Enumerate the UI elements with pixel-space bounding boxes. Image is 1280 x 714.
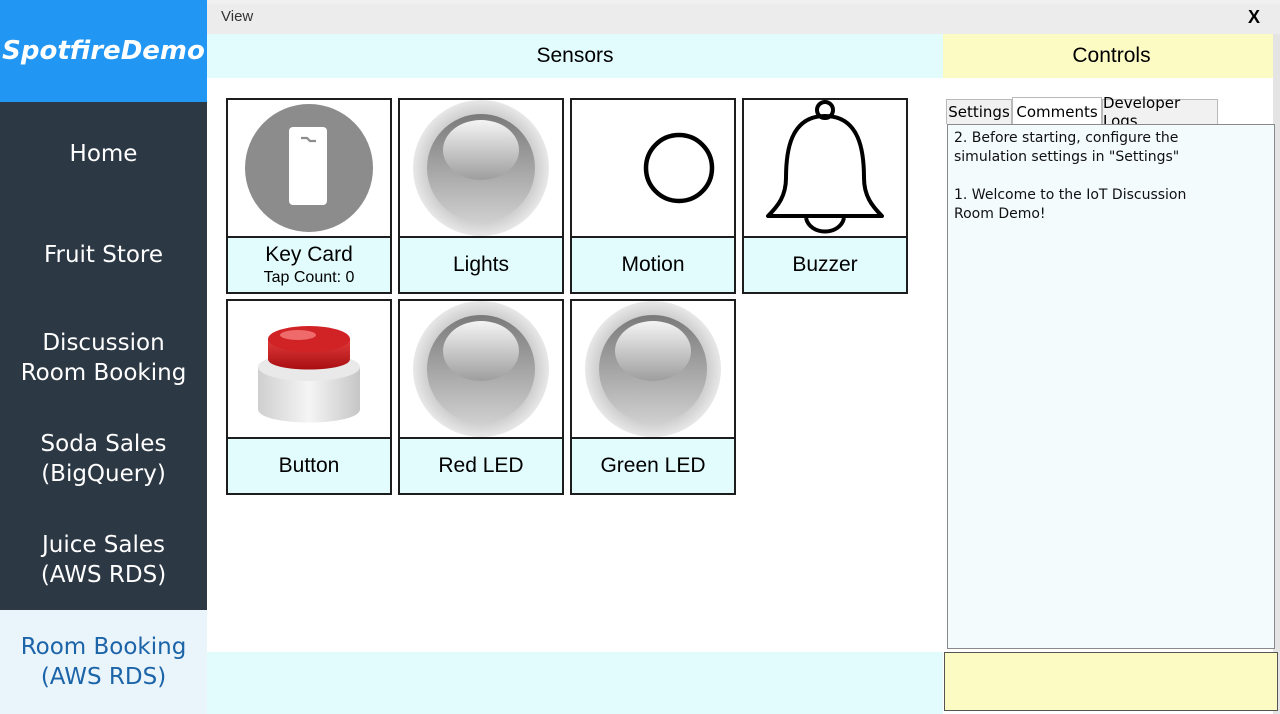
controls-header: Controls (943, 34, 1280, 78)
brand-title: SpotfireDemo (2, 36, 205, 66)
tile-caption: Motion (572, 236, 734, 292)
tile-caption: Red LED (400, 437, 562, 493)
sensor-tile-red-led[interactable]: Red LED (398, 299, 564, 495)
sidebar-item-room-booking[interactable]: Room Booking (AWS RDS) (0, 610, 207, 714)
sensor-tile-lights[interactable]: Lights (398, 98, 564, 294)
tab-comments[interactable]: Comments (1012, 97, 1102, 125)
led-icon (400, 301, 562, 437)
tile-label: Button (278, 454, 340, 477)
motion-circle-icon (572, 100, 734, 236)
tile-label: Buzzer (792, 253, 858, 276)
sensors-header: Sensors (207, 34, 943, 78)
sidebar-item-discussion-room-booking[interactable]: Discussion Room Booking (0, 307, 207, 408)
view-bar: View X (207, 4, 1280, 34)
tile-label: Lights (452, 253, 510, 276)
sidebar-nav: SpotfireDemo Home Fruit Store Discussion… (0, 0, 207, 714)
bell-icon (744, 100, 906, 236)
tile-caption: Buzzer (744, 236, 906, 292)
sidebar-item-juice-sales[interactable]: Juice Sales (AWS RDS) (0, 510, 207, 610)
tile-caption: Key Card Tap Count: 0 (228, 236, 390, 292)
controls-title: Controls (1072, 44, 1151, 67)
sidebar-item-fruit-store[interactable]: Fruit Store (0, 205, 207, 305)
brand-logo[interactable]: SpotfireDemo (0, 0, 207, 102)
tap-count: Tap Count: 0 (263, 269, 355, 286)
tab-developer-logs[interactable]: Developer Logs (1102, 94, 1218, 130)
sensor-tile-motion[interactable]: Motion (570, 98, 736, 294)
tab-settings[interactable]: Settings (946, 99, 1012, 124)
controls-footer (944, 652, 1278, 711)
sidebar-item-soda-sales[interactable]: Soda Sales (BigQuery) (0, 408, 207, 510)
view-label: View (221, 8, 254, 25)
tile-caption: Lights (400, 236, 562, 292)
tile-label: Key Card (265, 243, 353, 266)
comments-textarea[interactable]: 2. Before starting, configure the simula… (947, 124, 1275, 649)
sensor-tile-key-card[interactable]: Key Card Tap Count: 0 (226, 98, 392, 294)
light-bulb-icon (400, 100, 562, 236)
tile-caption: Button (228, 437, 390, 493)
tile-caption: Green LED (572, 437, 734, 493)
sensor-tile-buzzer[interactable]: Buzzer (742, 98, 908, 294)
sidebar-item-home[interactable]: Home (0, 104, 207, 204)
tile-label: Motion (621, 253, 685, 276)
close-button[interactable]: X (1248, 7, 1260, 28)
sensor-tile-green-led[interactable]: Green LED (570, 299, 736, 495)
sensors-footer (207, 652, 943, 714)
tile-label: Green LED (600, 454, 706, 477)
sensors-title: Sensors (536, 44, 614, 67)
tile-label: Red LED (438, 454, 524, 477)
key-card-icon (228, 100, 390, 236)
led-icon (572, 301, 734, 437)
red-push-button-icon (228, 301, 390, 437)
sensor-tile-button[interactable]: Button (226, 299, 392, 495)
